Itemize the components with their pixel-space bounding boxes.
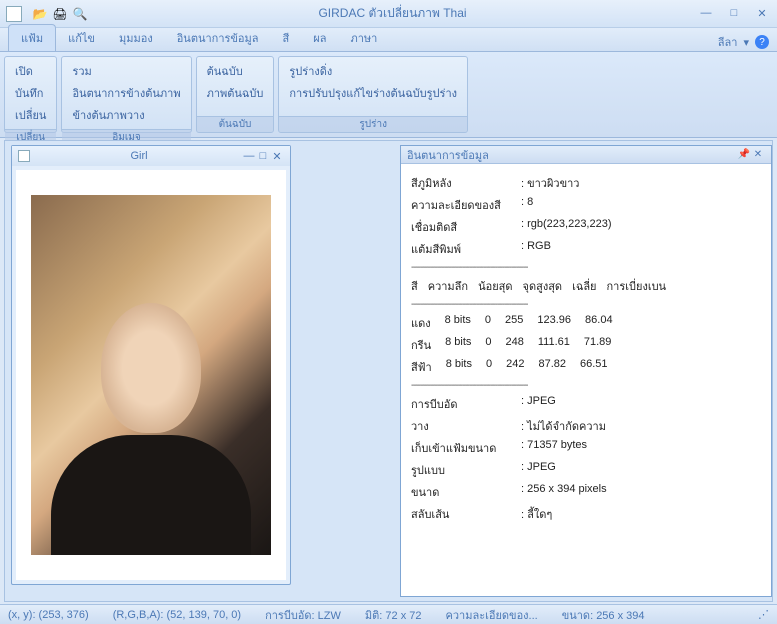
prop-label: เชื่อมติดสี: [411, 218, 521, 236]
doc-close-button[interactable]: ✕: [270, 150, 284, 163]
prop-label: เก็บเข้าแฟ้มขนาด: [411, 439, 521, 457]
shape-edit-button[interactable]: การปรับปรุงแก้ไขร่างต้นฉบับรูปร่าง: [289, 83, 457, 103]
resize-grip-icon[interactable]: ⋰: [758, 608, 769, 621]
open-icon[interactable]: 📂: [32, 6, 48, 22]
separator: ----------------------------------------…: [411, 299, 761, 310]
table-header: สี ความลึก น้อยสุด จุดสูงสุด เฉลี่ย การเ…: [411, 277, 761, 295]
prop-label: สีภูมิหลัง: [411, 174, 521, 192]
ribbon-tabs: แฟ้ม แก้ไข มุมมอง อินตนาการข้อมูล สี ผล …: [0, 28, 777, 52]
info-panel: อินตนาการข้อมูล 📌 ✕ สีภูมิหลัง: ขาวผิวขา…: [400, 145, 772, 597]
prop-value: : ลี้ใดๆ: [521, 505, 552, 523]
table-row: แดง8 bits0255123.9686.04: [411, 314, 761, 332]
status-size: ขนาด: 256 x 394: [562, 606, 645, 624]
table-row: สีฟ้า8 bits024287.8266.51: [411, 358, 761, 376]
prop-value: : ไม่ได้จำกัดความ: [521, 417, 606, 435]
help-icon[interactable]: ?: [755, 35, 769, 49]
ribbon-group-image: รวม อินตนาการข้างต้นภาพ ข้างต้นภาพวาง อิ…: [61, 56, 191, 133]
ribbon-group-shape: รูปร่างดิ่ง การปรับปรุงแก้ไขร่างต้นฉบับร…: [278, 56, 468, 133]
change-button[interactable]: เปลี่ยน: [15, 105, 46, 125]
close-button[interactable]: ✕: [753, 7, 771, 20]
print-icon[interactable]: 🖨: [52, 6, 68, 22]
statusbar: (x, y): (253, 376) (R,G,B,A): (52, 139, …: [0, 604, 777, 624]
doc-titlebar[interactable]: Girl — □ ✕: [12, 146, 290, 166]
minimize-button[interactable]: —: [697, 7, 715, 20]
separator: ----------------------------------------…: [411, 262, 761, 273]
prop-label: การบีบอัด: [411, 395, 521, 413]
tab-info[interactable]: อินตนาการข้อมูล: [165, 25, 271, 51]
info-top-button[interactable]: อินตนาการข้างต้นภาพ: [72, 83, 180, 103]
panel-close-button[interactable]: ✕: [751, 149, 765, 160]
status-depth: ความละเอียดของ...: [445, 606, 537, 624]
ribbon: เปิด บันทึก เปลี่ยน เปลี่ยน รวม อินตนากา…: [0, 52, 777, 138]
pin-icon[interactable]: 📌: [737, 149, 751, 160]
prop-label: รูปแบบ: [411, 461, 521, 479]
combine-button[interactable]: รวม: [72, 61, 180, 81]
status-dimensions: มิติ: 72 x 72: [365, 606, 422, 624]
preview-icon[interactable]: 🔍: [72, 6, 88, 22]
titlebar: 📂 🖨 🔍 GIRDAC ตัวเปลี่ยนภาพ Thai — □ ✕: [0, 0, 777, 28]
prop-value: : JPEG: [521, 395, 556, 413]
ribbon-group-original: ต้นฉบับ ภาพต้นฉบับ ต้นฉบับ: [196, 56, 275, 133]
image-content: [31, 195, 271, 555]
prop-label: ความละเอียดของสี: [411, 196, 521, 214]
prop-value: : JPEG: [521, 461, 556, 479]
open-button[interactable]: เปิด: [15, 61, 46, 81]
prop-value: : ขาวผิวขาว: [521, 174, 579, 192]
tab-language[interactable]: ภาษา: [338, 25, 389, 51]
prop-value: : RGB: [521, 240, 551, 258]
prop-label: แต้มสีพิมพ์: [411, 240, 521, 258]
prop-value: : rgb(223,223,223): [521, 218, 612, 236]
group-label: รูปร่าง: [279, 116, 467, 132]
tab-edit[interactable]: แก้ไข: [56, 25, 107, 51]
prop-label: สลับเส้น: [411, 505, 521, 523]
table-row: กรีน8 bits0248111.6171.89: [411, 336, 761, 354]
maximize-button[interactable]: □: [725, 7, 743, 20]
panel-body: สีภูมิหลัง: ขาวผิวขาว ความละเอียดของสี: …: [401, 164, 771, 596]
prop-label: วาง: [411, 417, 521, 435]
prop-value: : 71357 bytes: [521, 439, 587, 457]
window-controls: — □ ✕: [697, 7, 771, 20]
panel-header[interactable]: อินตนาการข้อมูล 📌 ✕: [401, 146, 771, 164]
save-button[interactable]: บันทึก: [15, 83, 46, 103]
status-xy: (x, y): (253, 376): [8, 609, 89, 621]
doc-maximize-button[interactable]: □: [256, 150, 270, 162]
doc-minimize-button[interactable]: —: [242, 150, 256, 162]
doc-icon: [18, 150, 30, 162]
app-title: GIRDAC ตัวเปลี่ยนภาพ Thai: [88, 4, 697, 23]
tab-color[interactable]: สี: [271, 25, 302, 51]
tab-view[interactable]: มุมมอง: [107, 25, 165, 51]
group-label: ต้นฉบับ: [197, 116, 274, 132]
prop-label: ขนาด: [411, 483, 521, 501]
doc-canvas[interactable]: [16, 170, 286, 580]
prop-value: : 256 x 394 pixels: [521, 483, 607, 501]
workspace: Girl — □ ✕ อินตนาการข้อมูล 📌 ✕ สีภูมิหลั…: [4, 140, 773, 602]
shape-vert-button[interactable]: รูปร่างดิ่ง: [289, 61, 457, 81]
th: เฉลี่ย: [572, 277, 596, 295]
original-image-button[interactable]: ภาพต้นฉบับ: [207, 83, 264, 103]
original-button[interactable]: ต้นฉบับ: [207, 61, 264, 81]
th: สี: [411, 277, 418, 295]
status-rgba: (R,G,B,A): (52, 139, 70, 0): [113, 609, 241, 621]
app-icon[interactable]: [6, 6, 22, 22]
tab-file[interactable]: แฟ้ม: [8, 24, 56, 51]
th: ความลึก: [428, 277, 468, 295]
th: น้อยสุด: [478, 277, 512, 295]
ribbon-group-change: เปิด บันทึก เปลี่ยน เปลี่ยน: [4, 56, 57, 133]
document-window[interactable]: Girl — □ ✕: [11, 145, 291, 585]
style-menu[interactable]: ลีลา: [718, 33, 738, 51]
tab-effect[interactable]: ผล: [301, 25, 338, 51]
separator: ----------------------------------------…: [411, 380, 761, 391]
paste-top-button[interactable]: ข้างต้นภาพวาง: [72, 105, 180, 125]
quick-access-toolbar: 📂 🖨 🔍: [32, 6, 88, 22]
th: จุดสูงสุด: [523, 277, 563, 295]
th: การเบี่ยงเบน: [607, 277, 667, 295]
panel-title: อินตนาการข้อมูล: [407, 146, 737, 164]
prop-value: : 8: [521, 196, 533, 214]
chevron-down-icon[interactable]: ▾: [743, 36, 749, 49]
status-compression: การบีบอัด: LZW: [265, 606, 341, 624]
doc-title: Girl: [36, 150, 242, 162]
